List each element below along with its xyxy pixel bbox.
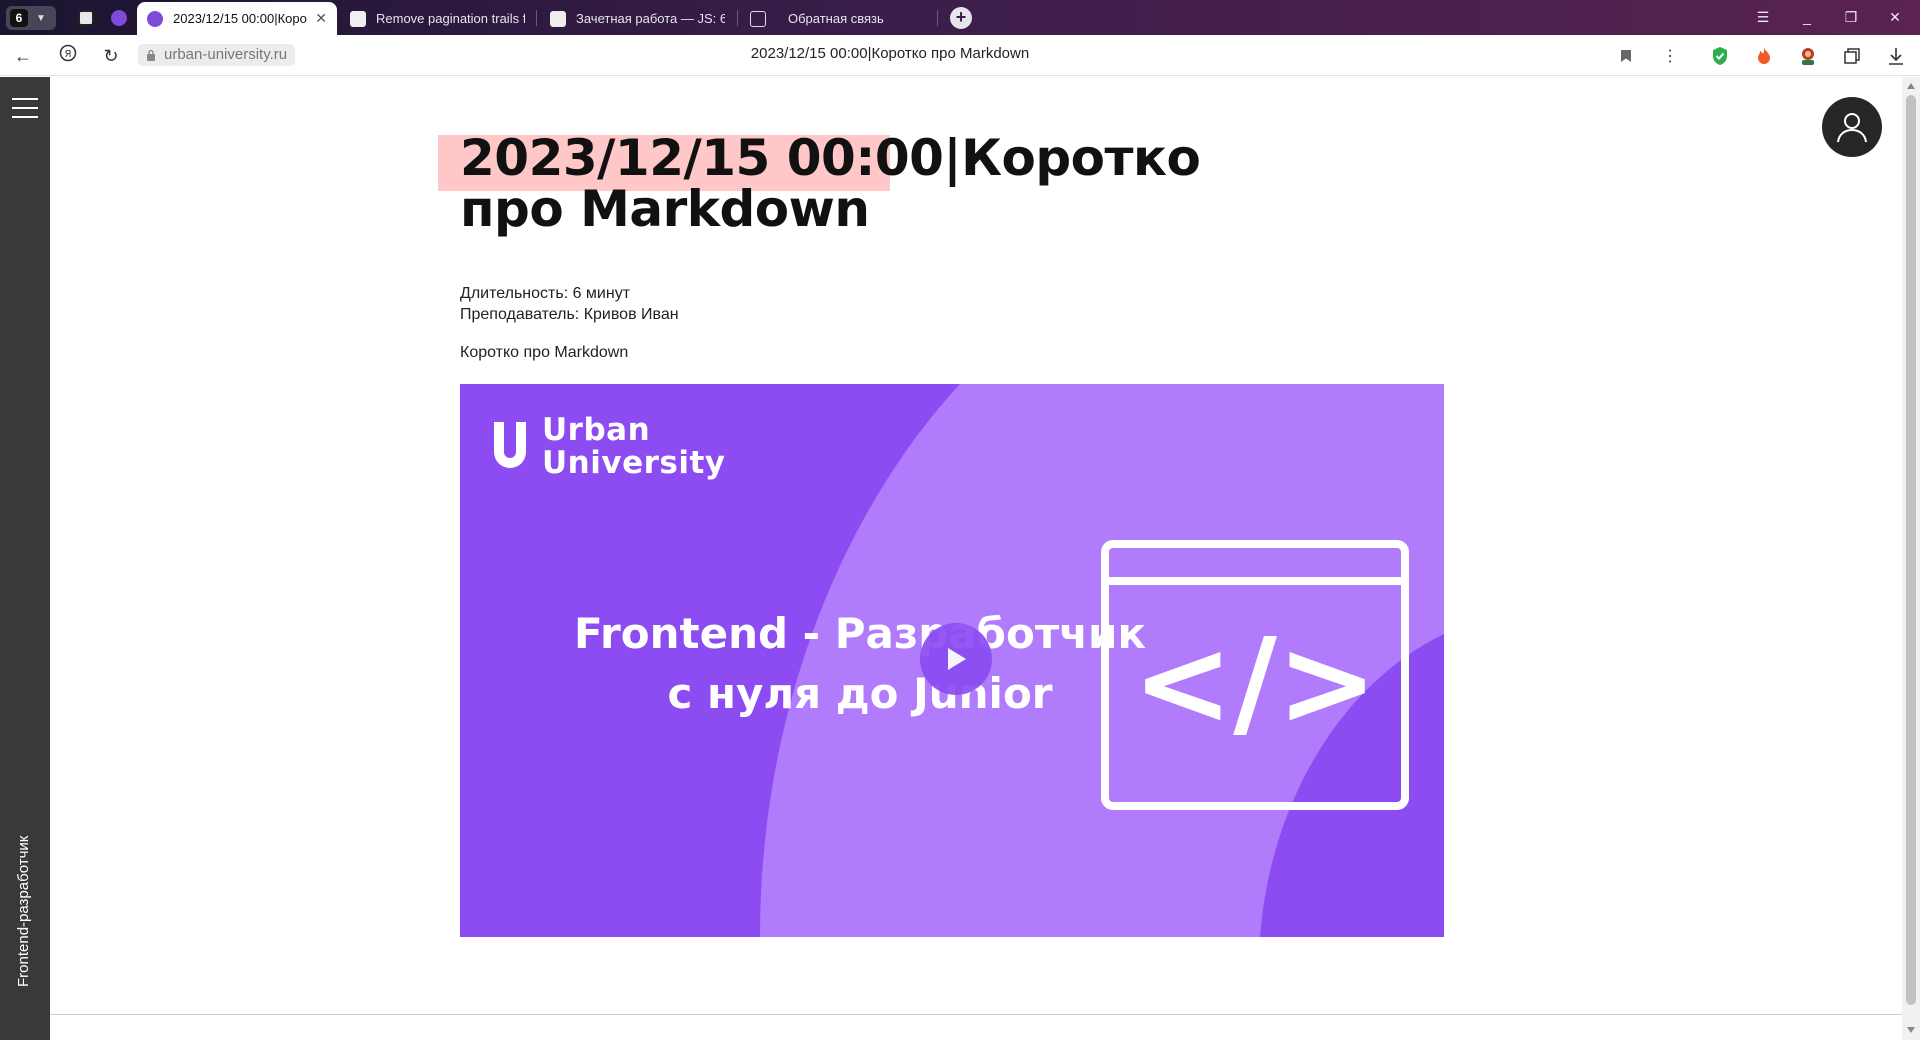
url-field[interactable]: urban-university.ru [138,44,296,66]
lesson-duration: Длительность: 6 минут [460,285,631,302]
tab-feedback[interactable]: Обратная связь [740,2,935,35]
pinned-tab-notes[interactable] [72,6,100,30]
urban-logo-icon [111,10,127,26]
lesson-title-part2: про Markdown [460,180,870,238]
cube-favicon-icon [550,10,566,27]
urban-u-logo-icon [494,422,526,468]
lesson-title-date: 2023/12/15 00:00| [460,129,962,187]
url-text: urban-university.ru [164,46,288,63]
tab-exam-work[interactable]: Зачетная работа — JS: 6а [540,2,735,35]
lock-icon [147,49,155,61]
lesson-title: 2023/12/15 00:00|Коротко про Markdown [460,133,1220,235]
logo-word-university: University [542,445,726,481]
lesson-meta: Длительность: 6 минут Преподаватель: Кри… [460,283,679,325]
fire-extension-icon[interactable] [1753,45,1775,67]
lesson-page: 2023/12/15 00:00|Коротко про Markdown Дл… [50,77,1902,1040]
pinned-tab-urban[interactable] [105,6,133,30]
code-window-icon: </> [1101,540,1409,810]
chevron-down-icon: ▼ [36,12,46,24]
scroll-up-arrow-icon[interactable] [1907,83,1915,89]
tab-separator [536,10,537,26]
browser-tab-strip: 6 ▼ 2023/12/15 00:00|Коро ✕ Remove pagin… [0,0,1920,35]
tab-label: 2023/12/15 00:00|Коро [173,11,307,26]
adblock-shield-icon[interactable] [1709,45,1731,67]
address-bar: ← Я ↻ urban-university.ru 2023/12/15 00:… [0,35,1920,76]
reload-button[interactable]: ↻ [99,44,123,68]
tab-separator [937,10,938,26]
tab-github[interactable]: Remove pagination trails fr [340,2,535,35]
urban-favicon-icon [147,10,163,27]
restore-window-button[interactable]: ❐ [1836,6,1866,28]
github-favicon-icon [350,10,366,27]
page-scrollbar[interactable] [1902,77,1920,1040]
scrollbar-thumb[interactable] [1906,95,1916,1005]
course-sidebar-rail: Frontend-разработчик [0,77,50,1040]
play-icon [948,648,966,670]
tab-label: Обратная связь [788,11,884,26]
yandex-icon: Я [59,44,77,62]
close-window-button[interactable]: ✕ [1880,6,1910,28]
new-tab-button[interactable]: + [950,7,972,29]
lesson-description: Коротко про Markdown [460,344,629,361]
minimize-window-button[interactable]: _ [1792,6,1822,28]
notes-icon [78,10,94,26]
tab-count: 6 [10,9,28,27]
urban-university-logo: Urban University [490,414,726,480]
tabs-menu-icon[interactable]: ☰ [1748,6,1778,28]
menu-hamburger-icon[interactable] [12,98,38,118]
tab-label: Зачетная работа — JS: 6а [576,11,725,26]
course-name-vertical[interactable]: Frontend-разработчик [15,767,32,987]
document-favicon-icon [750,10,766,27]
logo-word-urban: Urban [542,412,651,448]
user-avatar-button[interactable] [1822,97,1882,157]
bookmark-icon[interactable] [1615,45,1637,67]
close-tab-icon[interactable]: ✕ [315,10,327,27]
back-button[interactable]: ← [11,44,35,68]
page-title-in-address-bar[interactable]: 2023/12/15 00:00|Коротко про Markdown [700,45,1080,62]
downloads-icon[interactable] [1885,45,1907,67]
yandex-button[interactable]: Я [56,44,80,68]
tab-label: Remove pagination trails fr [376,11,525,26]
lesson-teacher: Преподаватель: Кривов Иван [460,306,679,323]
play-button[interactable] [920,623,992,695]
tab-current-lesson[interactable]: 2023/12/15 00:00|Коро ✕ [137,2,337,35]
lesson-title-part1: Коротко [961,129,1201,187]
video-player[interactable]: Urban University Frontend - Разработчик … [460,384,1444,937]
tab-counter-button[interactable]: 6 ▼ [6,6,56,30]
more-options-icon[interactable]: ⋮ [1659,45,1681,67]
code-glyph: </> [1133,614,1378,753]
avatar-extension-icon[interactable] [1797,45,1819,67]
tab-separator [737,10,738,26]
scroll-down-arrow-icon[interactable] [1907,1027,1915,1033]
page-divider [50,1014,1902,1015]
user-icon [1837,113,1867,143]
collections-icon[interactable] [1841,45,1863,67]
svg-text:Я: Я [65,49,72,60]
